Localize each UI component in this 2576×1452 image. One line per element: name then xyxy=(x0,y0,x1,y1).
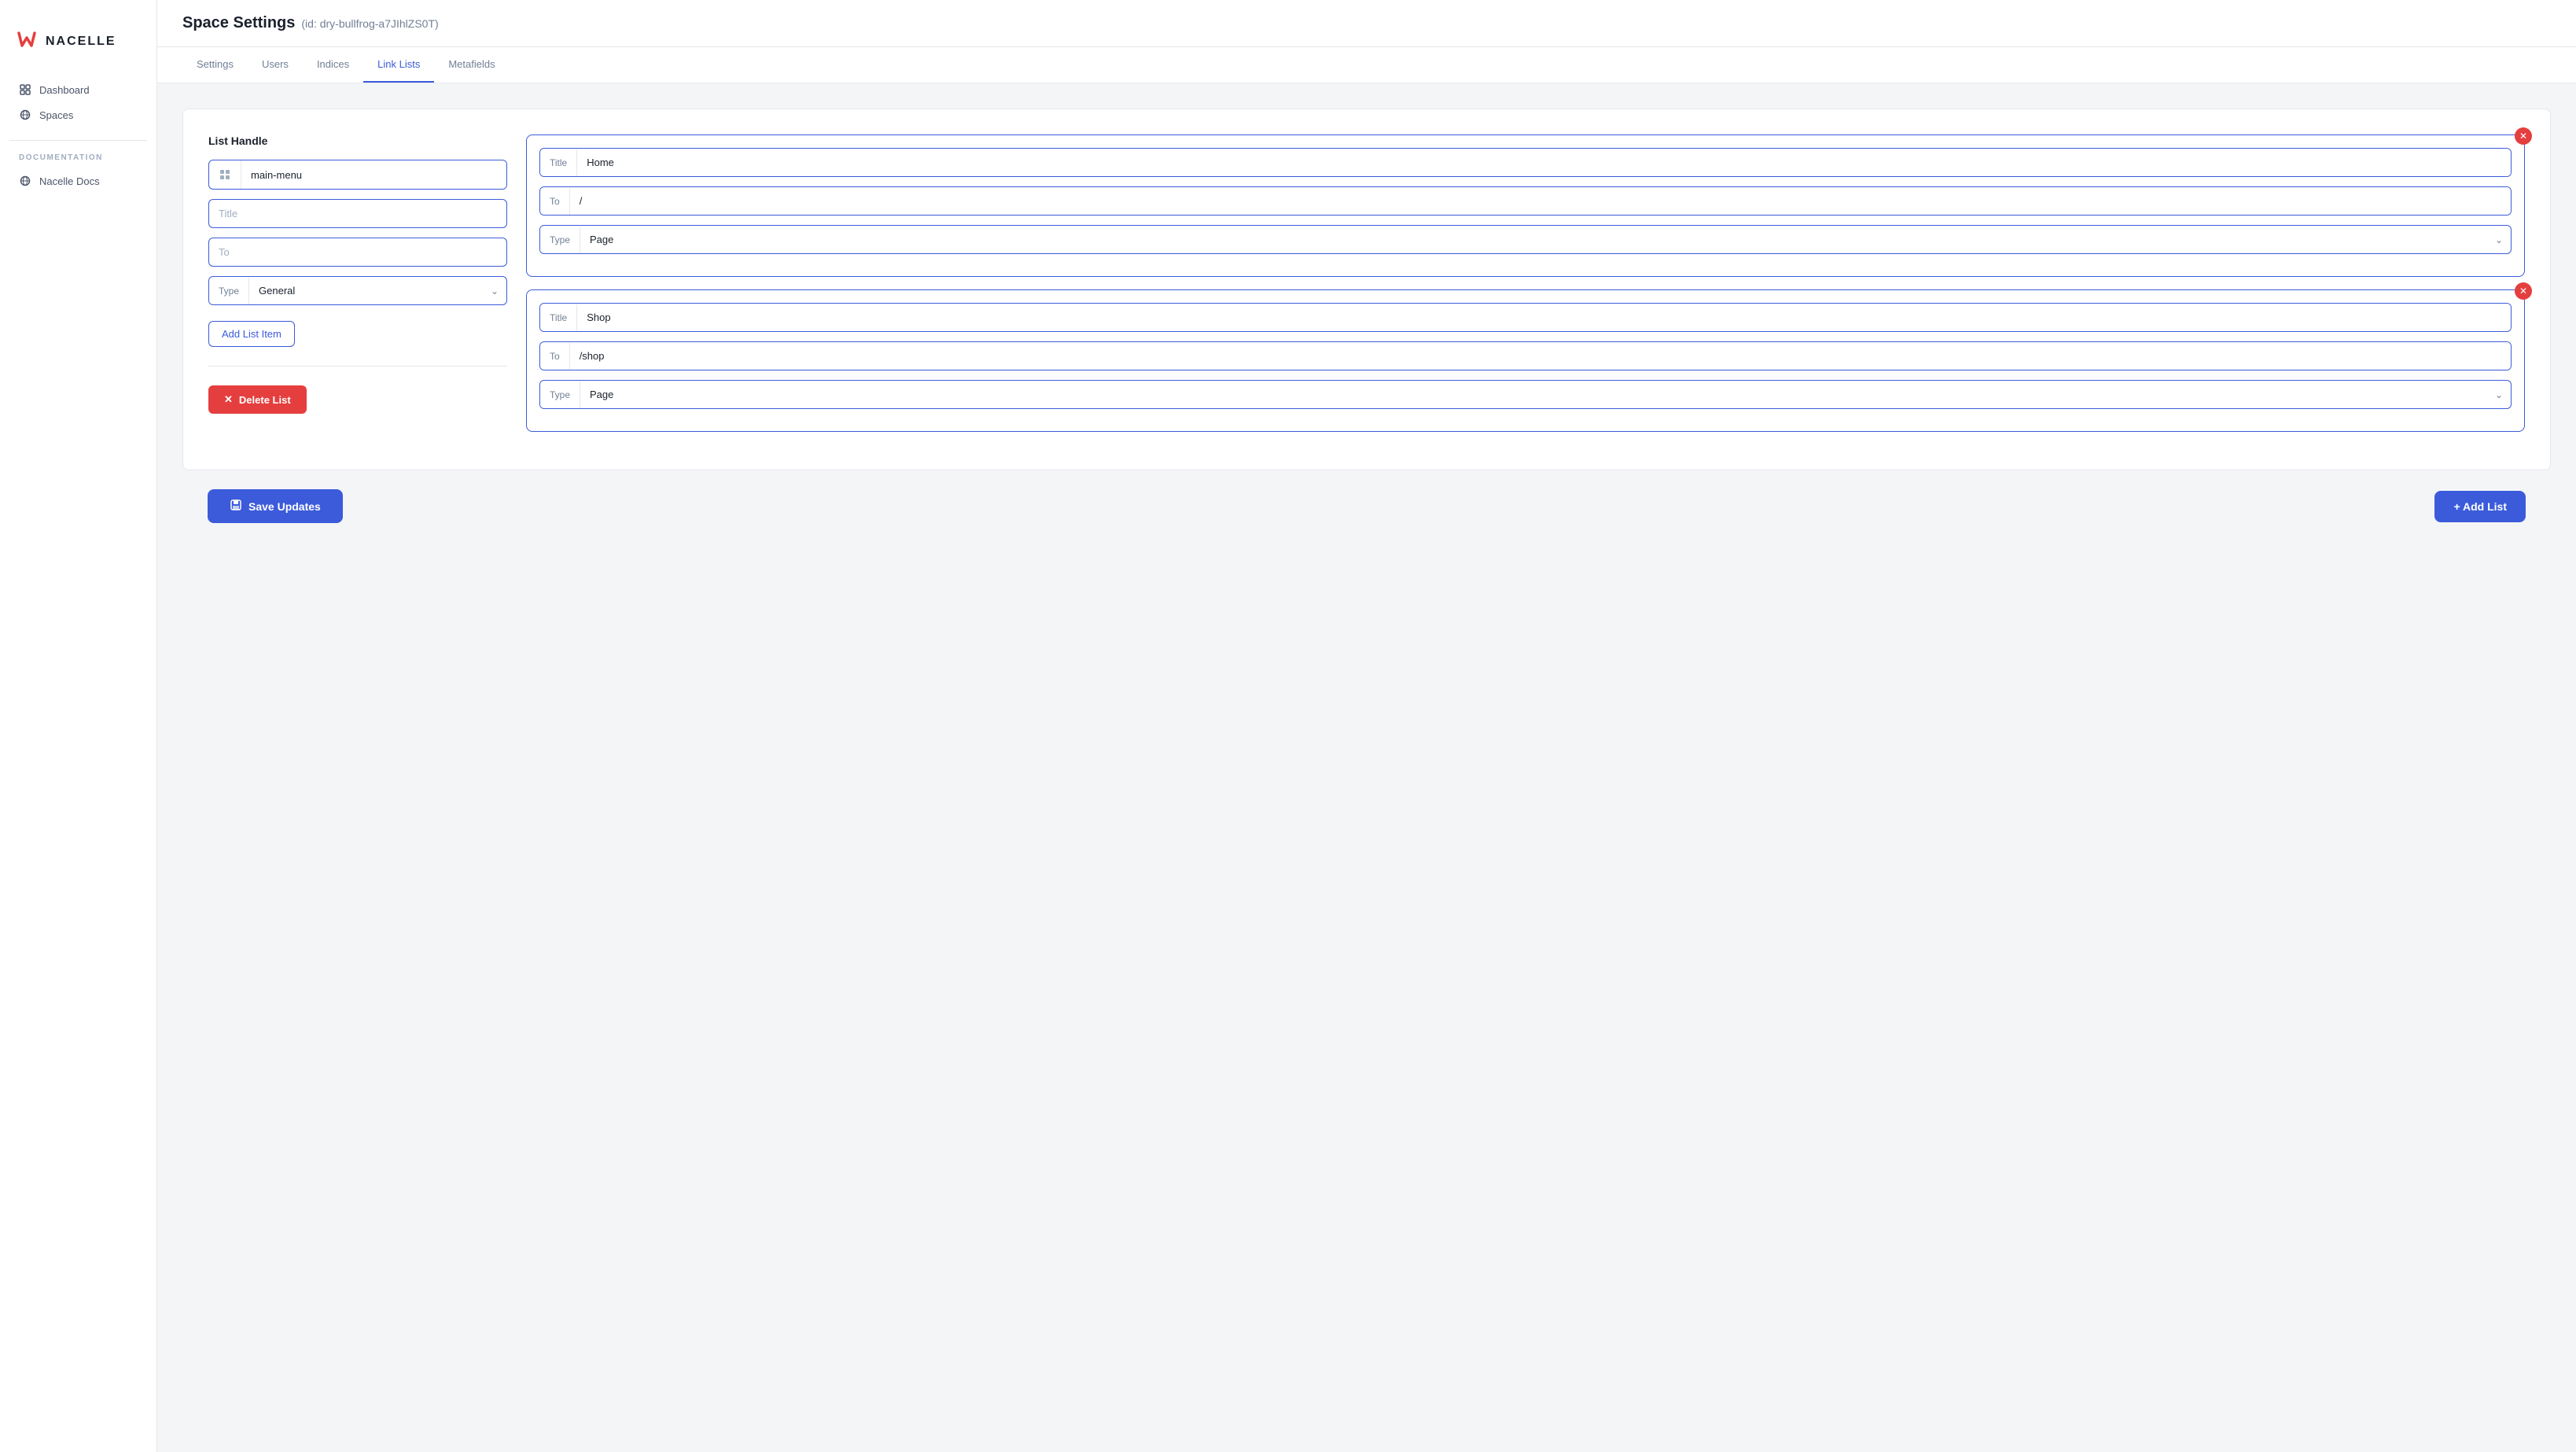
nav-section: Dashboard Spaces xyxy=(0,77,156,127)
item1-to-wrapper: To xyxy=(539,186,2512,216)
item1-type-group: Type Page General External ⌄ xyxy=(539,225,2512,254)
tabs-bar: Settings Users Indices Link Lists Metafi… xyxy=(157,47,2576,83)
logo-icon xyxy=(16,28,38,55)
item2-select-arrow-icon: ⌄ xyxy=(2487,389,2511,400)
save-icon xyxy=(230,499,242,514)
title-input[interactable] xyxy=(208,199,507,228)
spaces-label: Spaces xyxy=(39,109,73,121)
docs-icon xyxy=(19,175,31,187)
add-list-item-button[interactable]: Add List Item xyxy=(208,321,295,347)
item2-type-wrapper: Type Page General External ⌄ xyxy=(539,380,2512,409)
item1-to-label: To xyxy=(540,188,570,215)
item2-title-label: Title xyxy=(540,304,577,331)
save-updates-button[interactable]: Save Updates xyxy=(208,489,343,523)
item1-title-wrapper: Title xyxy=(539,148,2512,177)
item2-to-wrapper: To xyxy=(539,341,2512,370)
remove-x-icon-1: ✕ xyxy=(2519,131,2527,142)
documentation-label: DOCUMENTATION xyxy=(0,153,156,162)
item2-title-group: Title xyxy=(539,303,2512,332)
item1-to-input[interactable] xyxy=(570,187,2511,215)
dashboard-label: Dashboard xyxy=(39,84,90,96)
sidebar-item-nacelle-docs[interactable]: Nacelle Docs xyxy=(9,168,147,193)
dashboard-icon xyxy=(19,83,31,96)
item2-type-group: Type Page General External ⌄ xyxy=(539,380,2512,409)
item1-title-group: Title xyxy=(539,148,2512,177)
item2-to-label: To xyxy=(540,343,570,370)
tab-indices[interactable]: Indices xyxy=(303,47,363,83)
item1-type-wrapper: Type Page General External ⌄ xyxy=(539,225,2512,254)
type-select-group: Type General Page External ⌄ xyxy=(208,276,507,305)
sidebar-divider xyxy=(9,140,147,141)
sidebar-item-dashboard[interactable]: Dashboard xyxy=(9,77,147,102)
select-arrow-icon: ⌄ xyxy=(483,286,506,297)
bottom-bar: Save Updates + Add List xyxy=(182,470,2551,542)
main-content: Space Settings (id: dry-bullfrog-a7JIhlZ… xyxy=(157,0,2576,1452)
item2-type-label: Type xyxy=(540,381,580,408)
item2-type-select[interactable]: Page General External xyxy=(580,381,2487,408)
item2-title-wrapper: Title xyxy=(539,303,2512,332)
item2-to-input[interactable] xyxy=(570,342,2511,370)
page-title: Space Settings xyxy=(182,14,295,32)
remove-x-icon-2: ✕ xyxy=(2519,286,2527,297)
docs-section: Nacelle Docs xyxy=(0,168,156,193)
list-handle-title: List Handle xyxy=(208,135,507,147)
two-col-layout: List Handle xyxy=(208,135,2525,444)
tab-link-lists[interactable]: Link Lists xyxy=(363,47,434,83)
remove-item-1-button[interactable]: ✕ xyxy=(2515,127,2532,145)
item1-type-select[interactable]: Page General External xyxy=(580,226,2487,253)
item1-title-label: Title xyxy=(540,149,577,176)
tab-metafields[interactable]: Metafields xyxy=(434,47,509,83)
save-label: Save Updates xyxy=(248,500,321,513)
spaces-icon xyxy=(19,109,31,121)
list-item-2: ✕ Title To xyxy=(526,289,2525,432)
page-id: (id: dry-bullfrog-a7JIhlZS0T) xyxy=(301,17,438,30)
logo-area: NACELLE xyxy=(0,16,156,77)
type-label: Type xyxy=(209,278,249,304)
sidebar-item-spaces[interactable]: Spaces xyxy=(9,102,147,127)
delete-x-icon: ✕ xyxy=(224,393,233,406)
item1-to-group: To xyxy=(539,186,2512,216)
main-card: List Handle xyxy=(182,109,2551,470)
right-column: ✕ Title To xyxy=(526,135,2525,444)
logo-text: NACELLE xyxy=(46,35,116,49)
item1-type-label: Type xyxy=(540,227,580,253)
item2-to-group: To xyxy=(539,341,2512,370)
item1-select-arrow-icon: ⌄ xyxy=(2487,234,2511,245)
page-header: Space Settings (id: dry-bullfrog-a7JIhlZ… xyxy=(157,0,2576,47)
handle-input-group xyxy=(208,160,507,190)
type-select[interactable]: General Page External xyxy=(249,277,483,304)
handle-input[interactable] xyxy=(241,161,506,189)
to-input[interactable] xyxy=(208,238,507,267)
delete-list-label: Delete List xyxy=(239,394,291,406)
list-item-1: ✕ Title To xyxy=(526,135,2525,277)
content-area: List Handle xyxy=(157,83,2576,567)
add-list-button[interactable]: + Add List xyxy=(2434,491,2526,522)
form-divider xyxy=(208,366,507,367)
remove-item-2-button[interactable]: ✕ xyxy=(2515,282,2532,300)
item1-title-input[interactable] xyxy=(577,149,2511,176)
handle-icon xyxy=(209,160,241,189)
type-select-wrapper: Type General Page External ⌄ xyxy=(208,276,507,305)
item2-title-input[interactable] xyxy=(577,304,2511,331)
left-column: List Handle xyxy=(208,135,507,444)
to-input-group xyxy=(208,238,507,267)
nacelle-docs-label: Nacelle Docs xyxy=(39,175,100,187)
sidebar: NACELLE Dashboard Spaces xyxy=(0,0,157,1452)
delete-list-button[interactable]: ✕ Delete List xyxy=(208,385,307,414)
tab-settings[interactable]: Settings xyxy=(182,47,248,83)
title-input-group xyxy=(208,199,507,228)
tab-users[interactable]: Users xyxy=(248,47,303,83)
